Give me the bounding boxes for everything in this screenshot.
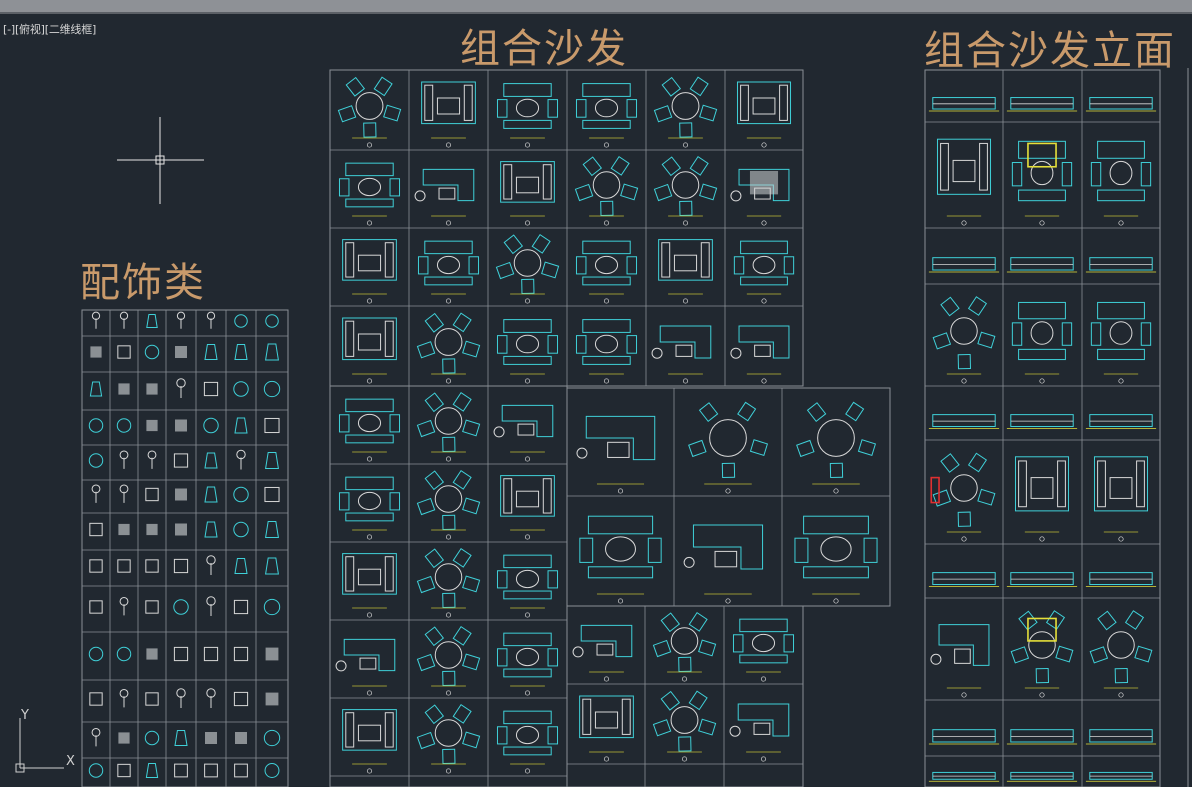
drawing-cell[interactable] <box>145 600 159 614</box>
drawing-cell[interactable] <box>88 763 104 778</box>
drawing-cell[interactable] <box>174 763 188 778</box>
drawing-cell[interactable] <box>205 732 217 744</box>
drawing-cell[interactable] <box>263 598 281 616</box>
drawing-cell[interactable] <box>233 646 249 662</box>
drawing-cell[interactable] <box>91 484 101 503</box>
drawing-cell[interactable] <box>203 417 219 434</box>
drawing-cell[interactable] <box>145 559 159 573</box>
drawing-cell[interactable] <box>89 522 103 537</box>
drawing-cell[interactable] <box>235 732 247 744</box>
drawing-cell[interactable] <box>174 730 188 746</box>
drawing-cell[interactable] <box>234 314 248 328</box>
drawing-cell[interactable] <box>204 521 218 538</box>
drawing-cell[interactable] <box>206 688 216 708</box>
drawing-cell[interactable] <box>89 381 103 397</box>
drawing-cell[interactable] <box>236 449 246 470</box>
drawing-cell[interactable] <box>203 646 219 662</box>
drawing-cell[interactable] <box>263 380 281 398</box>
drawing-cell[interactable] <box>234 763 248 778</box>
drawing-cell[interactable] <box>176 378 186 398</box>
drawing-cell[interactable] <box>144 730 160 746</box>
drawing-cell[interactable] <box>88 646 104 662</box>
drawing-cell[interactable] <box>206 596 216 616</box>
drawing-cell[interactable] <box>233 521 249 538</box>
drawing-cell[interactable] <box>233 486 249 503</box>
drawing-cell[interactable] <box>175 346 187 358</box>
drawing-cell[interactable] <box>264 417 280 434</box>
drawing-cell[interactable] <box>89 692 103 706</box>
drawing-cell[interactable] <box>119 450 129 469</box>
drawing-cell[interactable] <box>119 484 129 503</box>
drawing-cell[interactable] <box>90 346 102 358</box>
drawing-cell[interactable] <box>88 453 104 468</box>
drawing-cell[interactable] <box>265 343 279 361</box>
drawing-cell[interactable] <box>173 453 189 468</box>
drawing-cell[interactable] <box>88 418 104 433</box>
drawing-cell[interactable] <box>204 452 218 469</box>
drawing-cell[interactable] <box>265 692 279 706</box>
drawing-cell[interactable] <box>116 418 132 433</box>
drawing-cell[interactable] <box>206 555 216 575</box>
drawing-cell[interactable] <box>146 419 158 432</box>
drawing-cell[interactable] <box>146 383 158 395</box>
drawing-cell[interactable] <box>263 729 281 747</box>
drawing-cell[interactable] <box>204 763 218 778</box>
drawing-cell[interactable] <box>265 557 279 575</box>
drawing-cell[interactable] <box>233 599 249 615</box>
drawing-cell[interactable] <box>265 521 279 538</box>
drawing-cell[interactable] <box>119 596 129 616</box>
drawing-cell[interactable] <box>234 417 248 434</box>
drawing-cell[interactable] <box>146 314 158 328</box>
drawing-cell[interactable] <box>91 311 101 329</box>
drawing-cell[interactable] <box>145 763 159 778</box>
drawing-cell[interactable] <box>119 311 129 329</box>
drawing-cell[interactable] <box>89 600 103 614</box>
drawing-cell[interactable] <box>146 648 158 660</box>
drawing-cell[interactable] <box>176 311 186 329</box>
drawing-cell[interactable] <box>265 452 279 469</box>
drawing-cell[interactable] <box>233 381 249 397</box>
drawing-cell[interactable] <box>119 688 129 708</box>
drawing-cell[interactable] <box>173 558 189 574</box>
drawing-cell[interactable] <box>118 523 130 536</box>
drawing-cell[interactable] <box>145 692 159 706</box>
drawing-cell[interactable] <box>144 344 160 360</box>
drawing-cell[interactable] <box>146 523 158 536</box>
drawing-cell[interactable] <box>117 559 131 573</box>
drawing-cell[interactable] <box>204 486 218 503</box>
drawing-cell[interactable] <box>234 558 248 574</box>
drawing-cell[interactable] <box>175 488 187 501</box>
drawing-cell[interactable] <box>265 647 279 661</box>
drawing-cell[interactable] <box>145 487 159 502</box>
drawing-cell[interactable] <box>118 383 130 395</box>
drawing-cell[interactable] <box>203 381 219 397</box>
drawing-cell[interactable] <box>117 345 131 359</box>
drawing-cell[interactable] <box>264 486 280 503</box>
drawing-cell[interactable] <box>173 599 189 615</box>
drawing-cell[interactable] <box>175 419 187 432</box>
drawing-cell[interactable] <box>204 344 218 360</box>
drawing-cell[interactable] <box>173 646 189 662</box>
drawing-cell[interactable] <box>234 344 248 360</box>
drawing-cell[interactable] <box>265 314 279 328</box>
drawing-cell[interactable] <box>176 688 186 708</box>
drawing-cell[interactable] <box>147 450 157 469</box>
drawing-cell[interactable] <box>206 311 216 329</box>
drawing-cell[interactable] <box>175 523 187 536</box>
drawing-cell[interactable] <box>118 732 130 744</box>
drawing-cell[interactable] <box>89 559 103 573</box>
drawing-cell[interactable] <box>116 646 132 662</box>
drawing-cell[interactable] <box>264 763 280 778</box>
drawing-cell[interactable] <box>117 763 131 778</box>
decor-drawing-grid[interactable] <box>0 0 1192 787</box>
drawing-cell[interactable] <box>233 691 249 707</box>
drawing-cell[interactable] <box>91 727 101 747</box>
